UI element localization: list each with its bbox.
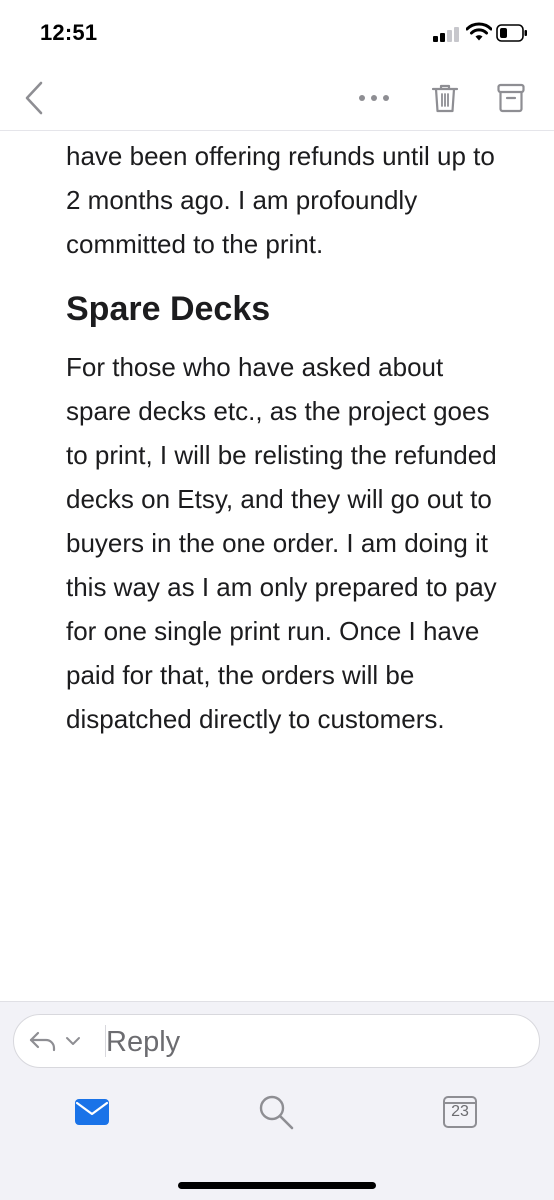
cellular-signal-icon: [433, 26, 461, 42]
bottom-toolbar: Reply 23: [0, 1001, 554, 1200]
tab-calendar[interactable]: 23: [440, 1092, 480, 1132]
intro-paragraph: have been offering refunds until up to 2…: [66, 141, 495, 259]
reply-bar[interactable]: Reply: [13, 1014, 540, 1068]
section-heading: Spare Decks: [66, 290, 271, 328]
wifi-icon: [465, 22, 493, 42]
archive-button[interactable]: [490, 76, 532, 120]
email-message-screen: 12:51 have been offering refunds until u…: [0, 0, 554, 1200]
status-time: 12:51: [40, 20, 98, 45]
mail-icon: [75, 1099, 109, 1125]
message-body: have been offering refunds until up to 2…: [66, 134, 506, 741]
search-icon: [259, 1095, 294, 1130]
chevron-left-icon: [25, 81, 43, 115]
reply-arrow-icon: [29, 1031, 56, 1052]
tab-search[interactable]: [256, 1092, 296, 1132]
trash-icon: [431, 84, 459, 113]
ellipsis-icon: [359, 95, 389, 101]
section-paragraph: For those who have asked about spare dec…: [66, 352, 497, 734]
home-indicator[interactable]: [178, 1182, 376, 1189]
tab-mail[interactable]: [72, 1092, 112, 1132]
chevron-down-icon: [66, 1037, 80, 1045]
status-bar: 12:51: [0, 0, 554, 66]
message-toolbar: [0, 66, 554, 131]
delete-button[interactable]: [424, 76, 466, 120]
battery-icon: [496, 24, 528, 42]
archive-icon: [497, 83, 525, 113]
reply-label[interactable]: Reply: [106, 1025, 180, 1059]
back-button[interactable]: [14, 72, 54, 124]
reply-options-button[interactable]: [28, 1015, 104, 1067]
calendar-day: 23: [451, 1103, 469, 1120]
more-options-button[interactable]: [352, 78, 396, 118]
